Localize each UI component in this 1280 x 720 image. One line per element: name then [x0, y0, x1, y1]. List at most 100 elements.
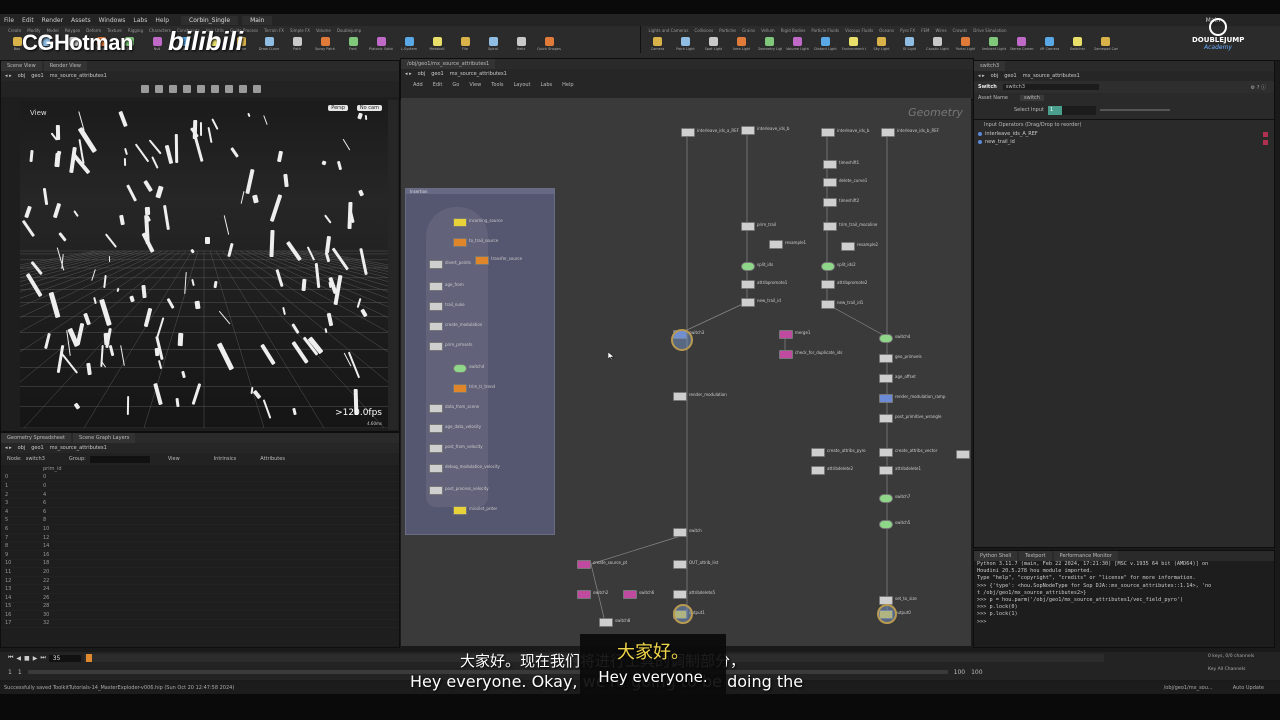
network-node[interactable]: [577, 560, 591, 569]
table-row[interactable]: 11 20: [1, 567, 399, 577]
tab-performance-monitor[interactable]: Performance Monitor: [1053, 551, 1118, 561]
node-name-field[interactable]: switch3: [1002, 84, 1099, 90]
back-arrow-icon[interactable]: ◂ ▸: [978, 73, 985, 79]
path-obj[interactable]: obj: [18, 73, 26, 79]
shelf-tab[interactable]: Crowds: [951, 28, 970, 33]
shelf-tool-button[interactable]: Area Light: [731, 37, 753, 51]
network-node[interactable]: [673, 590, 687, 599]
shelf-tab[interactable]: Pyro FX: [898, 28, 917, 33]
shell-output[interactable]: Python 3.11.7 (main, Feb 22 2024, 17:21:…: [974, 561, 1274, 626]
menu-file[interactable]: File: [0, 17, 18, 24]
network-node[interactable]: [681, 128, 695, 137]
network-node[interactable]: [429, 260, 443, 269]
shelf-tool-button[interactable]: Gamepad Camera: [1094, 37, 1118, 51]
remove-input-icon[interactable]: [1263, 131, 1268, 137]
play-button[interactable]: ▶: [33, 655, 38, 662]
tab-network[interactable]: /obj/geo1/mx_source_attributes1: [401, 59, 496, 69]
persp-menu[interactable]: Persp: [328, 105, 348, 111]
tab-geometry-spreadsheet[interactable]: Geometry Spreadsheet: [1, 433, 72, 443]
table-row[interactable]: 13 24: [1, 584, 399, 594]
network-node[interactable]: [821, 280, 835, 289]
end-frame[interactable]: 100: [954, 669, 965, 676]
shelf-tool-button[interactable]: Caustic Light: [926, 37, 949, 51]
shelf-tab[interactable]: Viscous Fluids: [843, 28, 875, 33]
select-input-field[interactable]: 1: [1047, 105, 1096, 115]
network-node[interactable]: [453, 364, 467, 373]
shelf-tool-button[interactable]: Spot Light: [703, 37, 725, 51]
network-node[interactable]: [823, 198, 837, 207]
shelf-tool-button[interactable]: File: [454, 37, 476, 51]
network-node[interactable]: [429, 424, 443, 433]
start-frame[interactable]: 1: [8, 669, 12, 676]
network-node[interactable]: [841, 242, 855, 251]
column-header[interactable]: prim_id: [39, 465, 316, 474]
table-row[interactable]: 16 30: [1, 610, 399, 620]
shelf-tool-button[interactable]: Path: [286, 37, 308, 51]
desktop-tab-main[interactable]: Main: [242, 15, 273, 25]
network-node[interactable]: [599, 618, 613, 627]
viewport-tool-icon[interactable]: [211, 85, 219, 93]
current-frame-field[interactable]: 35: [48, 654, 81, 662]
shelf-tool-button[interactable]: Ambient Light: [982, 37, 1006, 51]
camera-menu[interactable]: No cam: [356, 105, 382, 111]
attributes-menu[interactable]: Attributes: [260, 456, 285, 462]
network-node[interactable]: [577, 590, 591, 599]
table-row[interactable]: 8 14: [1, 541, 399, 551]
network-node[interactable]: [879, 414, 893, 423]
shelf-tool-button[interactable]: Switcher: [1067, 37, 1089, 51]
shelf-tab[interactable]: Wires: [933, 28, 948, 33]
tab-scene-graph-layers[interactable]: Scene Graph Layers: [73, 433, 136, 443]
3d-viewport[interactable]: View Persp No cam >120.0fps 4.60ms: [20, 101, 388, 428]
network-node[interactable]: [429, 464, 443, 473]
network-node[interactable]: [673, 528, 687, 537]
network-node[interactable]: [821, 128, 835, 137]
network-editor[interactable]: Geometry Insertion interleave_ids_a_REF i…: [401, 98, 971, 646]
viewport-tool-icon[interactable]: [155, 85, 163, 93]
shelf-tab[interactable]: Collisions: [692, 28, 715, 33]
shelf-tool-button[interactable]: GI Light: [899, 37, 921, 51]
network-node[interactable]: [879, 520, 893, 529]
auto-update-menu[interactable]: Auto Update: [1233, 685, 1264, 691]
shelf-tool-button[interactable]: Camera: [647, 37, 669, 51]
network-menu-item[interactable]: View: [469, 82, 481, 88]
network-node[interactable]: [879, 466, 893, 475]
menu-windows[interactable]: Windows: [95, 17, 130, 24]
step-back-button[interactable]: ◀: [16, 655, 21, 662]
table-row[interactable]: 6 10: [1, 524, 399, 534]
shelf-tab[interactable]: Simple FX: [288, 28, 312, 33]
viewport-tool-icon[interactable]: [169, 85, 177, 93]
network-node[interactable]: [823, 160, 837, 169]
network-node[interactable]: [879, 374, 893, 383]
network-node[interactable]: [429, 486, 443, 495]
table-row[interactable]: 12 22: [1, 576, 399, 586]
shelf-tab[interactable]: Doublejump: [335, 28, 363, 33]
shelf-tool-button[interactable]: Metaball: [426, 37, 448, 51]
network-menu-item[interactable]: Add: [413, 82, 423, 88]
network-node[interactable]: [956, 450, 970, 459]
network-node[interactable]: [879, 394, 893, 403]
gear-icon[interactable]: ⚙ ? ⓘ: [1251, 84, 1266, 91]
input-operator-row[interactable]: interleave_ids_A_REF: [974, 130, 1274, 138]
remove-input-icon[interactable]: [1263, 139, 1268, 145]
shelf-tab[interactable]: Terrain FX: [262, 28, 286, 33]
shelf-tool-button[interactable]: Font: [342, 37, 364, 51]
path-obj[interactable]: obj: [18, 445, 26, 451]
intrinsics-menu[interactable]: Intrinsics: [214, 456, 237, 462]
network-node[interactable]: [429, 342, 443, 351]
select-input-slider[interactable]: [1099, 109, 1170, 111]
network-node[interactable]: [475, 256, 489, 265]
table-row[interactable]: 36: [1, 498, 399, 508]
shelf-tool-button[interactable]: Environment Light: [842, 37, 866, 51]
network-node[interactable]: [811, 448, 825, 457]
network-node[interactable]: [673, 560, 687, 569]
tab-parameters[interactable]: switch3: [974, 61, 1006, 71]
table-row[interactable]: 17 32: [1, 619, 399, 629]
shelf-tab[interactable]: Drive Simulation: [971, 28, 1008, 33]
shelf-tool-button[interactable]: Helix: [510, 37, 532, 51]
shelf-tool-button[interactable]: Geometry Light: [758, 37, 782, 51]
network-node[interactable]: [429, 282, 443, 291]
shelf-tab[interactable]: Rigid Bodies: [779, 28, 808, 33]
jump-end-button[interactable]: ⏭: [40, 654, 45, 662]
input-operator-row[interactable]: new_trail_id: [974, 138, 1274, 146]
network-node[interactable]: [429, 404, 443, 413]
